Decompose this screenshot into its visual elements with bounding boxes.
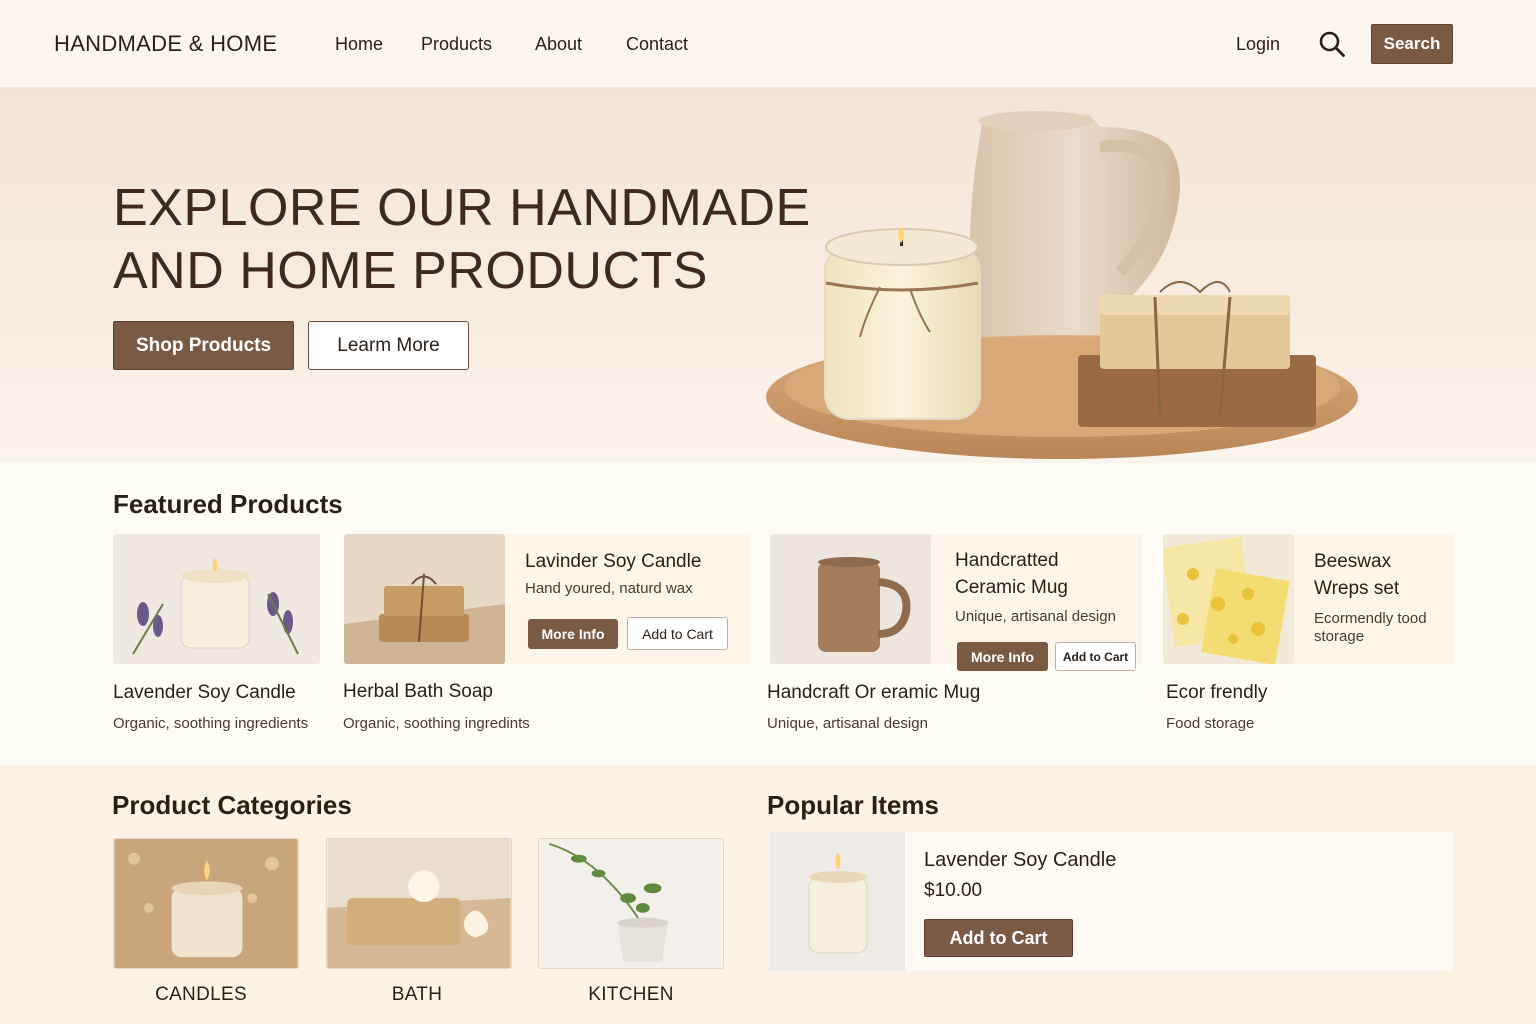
popular-item-name[interactable]: Lavender Soy Candle bbox=[924, 849, 1116, 872]
popular-candle-image[interactable] bbox=[769, 832, 905, 971]
product-name[interactable]: Handcraft Or eramic Mug bbox=[767, 679, 980, 706]
panel-title-1: Handcratted bbox=[955, 550, 1059, 571]
category-bath-label[interactable]: BATH bbox=[324, 984, 510, 1006]
product-desc: Organic, soothing ingredints bbox=[343, 715, 530, 732]
category-kitchen-label[interactable]: KITCHEN bbox=[538, 984, 724, 1006]
featured-section: Featured Products Lavender Soy Candle Or… bbox=[0, 463, 1536, 765]
hero-product-image bbox=[766, 111, 1358, 459]
product-desc: Unique, artisanal design bbox=[767, 715, 928, 732]
panel-title-2: Ceramic Mug bbox=[955, 577, 1068, 598]
popular-title: Popular Items bbox=[767, 790, 939, 820]
search-button[interactable]: Search bbox=[1371, 24, 1453, 64]
product-desc: Food storage bbox=[1166, 715, 1255, 732]
panel-desc-2: storage bbox=[1314, 628, 1365, 645]
add-to-cart-button[interactable]: Add to Cart bbox=[1055, 642, 1136, 671]
category-candles-label[interactable]: CANDLES bbox=[108, 984, 294, 1006]
popular-item-price: $10.00 bbox=[924, 880, 983, 901]
nav-about[interactable]: About bbox=[535, 34, 582, 55]
categories-title: Product Categories bbox=[112, 790, 352, 820]
beeswax-wrap-image[interactable] bbox=[1163, 534, 1294, 664]
lavender-candle-image[interactable] bbox=[113, 534, 320, 664]
category-bath-image[interactable] bbox=[326, 838, 512, 969]
panel-title-1: Beeswax bbox=[1314, 551, 1392, 572]
learn-more-button[interactable]: Learm More bbox=[308, 321, 469, 370]
product-desc: Organic, soothing ingredients bbox=[113, 715, 309, 732]
product-name[interactable]: Ecor frendly bbox=[1166, 679, 1267, 706]
product-name[interactable]: Herbal Bath Soap bbox=[343, 678, 493, 705]
product-name[interactable]: Lavender Soy Candle bbox=[113, 679, 296, 706]
login-link[interactable]: Login bbox=[1236, 34, 1280, 55]
site-header: HANDMADE & HOME Home Products About Cont… bbox=[0, 0, 1536, 87]
panel-title: Lavinder Soy Candle bbox=[525, 551, 702, 572]
panel-desc: Hand youred, naturd wax bbox=[525, 580, 693, 597]
bath-soap-image[interactable] bbox=[344, 534, 505, 664]
bottom-section: Product Categories CANDLES BATH KITCHEN … bbox=[0, 765, 1536, 1024]
hero-title-line2: AND HOME PRODUCTS bbox=[113, 242, 708, 300]
ceramic-mug-image[interactable] bbox=[770, 534, 931, 664]
panel-desc-1: Ecormendly tood bbox=[1314, 610, 1427, 627]
category-candles-image[interactable] bbox=[113, 838, 299, 969]
site-logo[interactable]: HANDMADE & HOME bbox=[54, 31, 277, 57]
shop-products-button[interactable]: Shop Products bbox=[113, 321, 294, 370]
panel-desc: Unique, artisanal design bbox=[955, 608, 1116, 625]
more-info-button[interactable]: More Info bbox=[957, 642, 1048, 671]
featured-title: Featured Products bbox=[113, 489, 343, 519]
panel-title-2: Wreps set bbox=[1314, 578, 1400, 599]
category-kitchen-image[interactable] bbox=[538, 838, 724, 969]
hero-title-line1: EXPLORE OUR HANDMADE bbox=[113, 179, 811, 237]
popular-add-to-cart-button[interactable]: Add to Cart bbox=[924, 919, 1073, 957]
add-to-cart-button[interactable]: Add to Cart bbox=[627, 617, 728, 650]
nav-contact[interactable]: Contact bbox=[626, 34, 688, 55]
more-info-button[interactable]: More Info bbox=[528, 619, 618, 649]
hero-banner: EXPLORE OUR HANDMADE AND HOME PRODUCTS S… bbox=[0, 87, 1536, 463]
nav-home[interactable]: Home bbox=[335, 34, 383, 55]
nav-products[interactable]: Products bbox=[421, 34, 492, 55]
search-icon[interactable] bbox=[1318, 30, 1346, 58]
hero-title: EXPLORE OUR HANDMADE AND HOME PRODUCTS bbox=[113, 177, 813, 303]
